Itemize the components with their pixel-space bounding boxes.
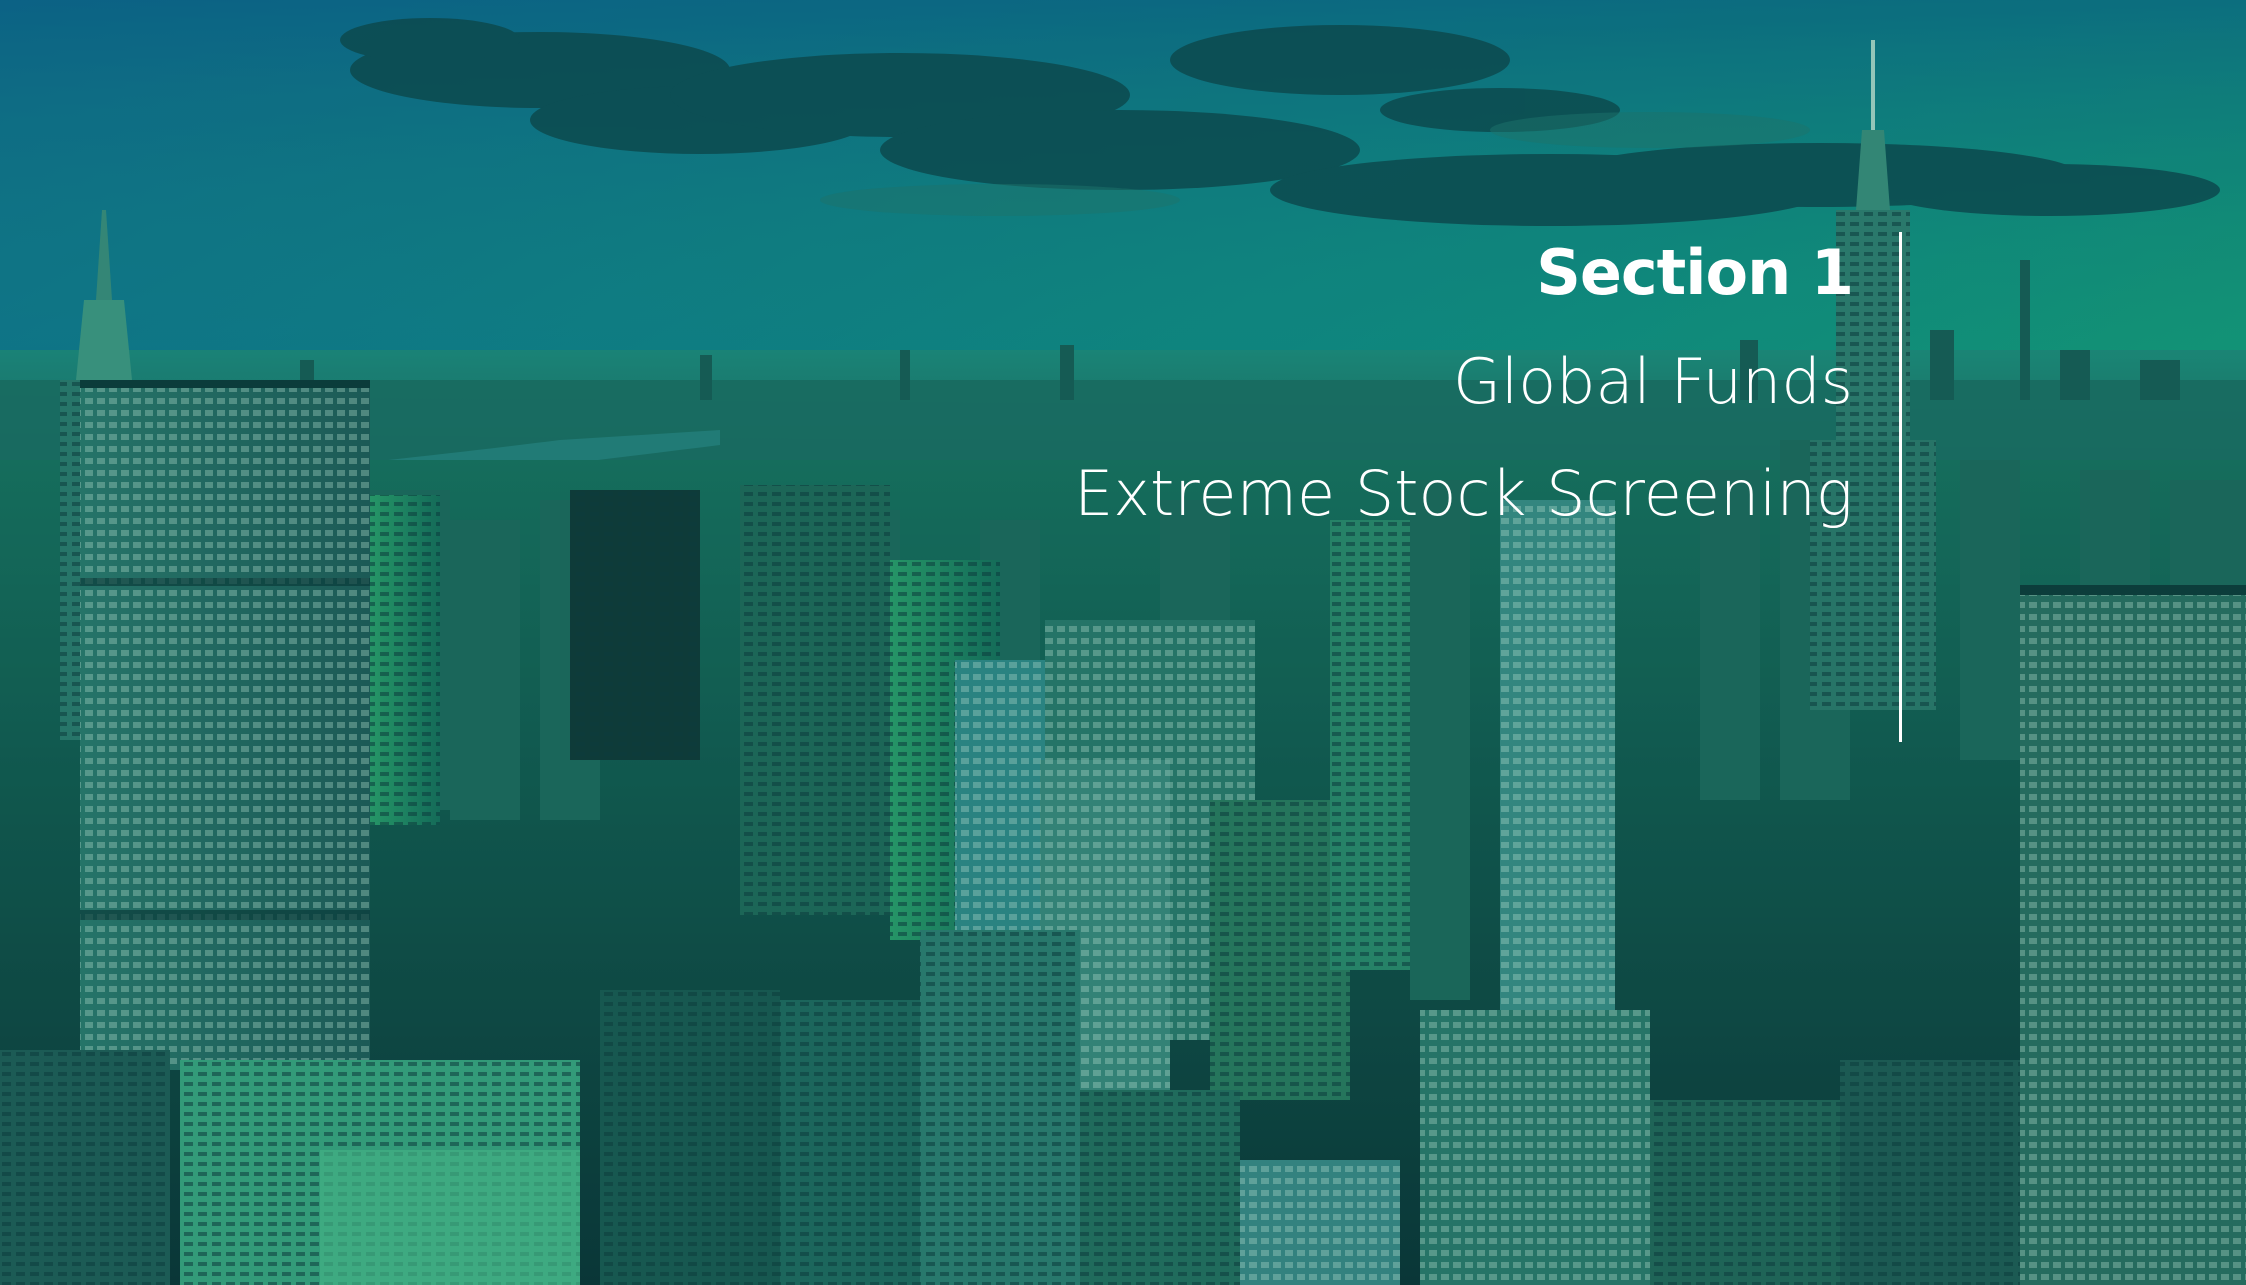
subtitle-global-funds: Global Funds [1452,345,1853,418]
section-heading: Section 1 [1536,236,1854,309]
section-title-block: Section 1 Global Funds Extreme Stock Scr… [1074,230,1854,550]
city-skyline-background-image [0,0,2246,1285]
subtitle-extreme-stock-screening: Extreme Stock Screening [1074,457,1853,530]
vertical-divider-line [1899,232,1902,742]
section-slide: Section 1 Global Funds Extreme Stock Scr… [0,0,2246,1285]
